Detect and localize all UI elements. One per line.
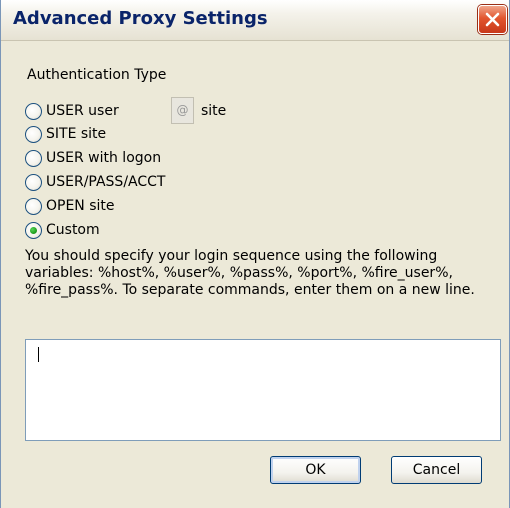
custom-instructions-text: You should specify your login sequence u… [25, 248, 475, 298]
login-sequence-textarea[interactable] [25, 339, 501, 441]
close-icon [485, 12, 500, 27]
site-suffix-label: site [201, 103, 227, 119]
radio-button[interactable] [25, 126, 42, 143]
radio-button[interactable] [25, 103, 42, 120]
radio-label: USER/PASS/ACCT [46, 174, 166, 190]
radio-button-selected[interactable] [25, 222, 42, 239]
authentication-type-label: Authentication Type [27, 67, 167, 83]
text-caret [38, 347, 39, 362]
radio-label: OPEN site [46, 198, 115, 214]
radio-label: USER user [46, 103, 119, 119]
close-button[interactable] [478, 5, 507, 34]
radio-button[interactable] [25, 198, 42, 215]
radio-label: USER with logon [46, 150, 162, 166]
radio-button[interactable] [25, 174, 42, 191]
radio-label: SITE site [46, 126, 107, 142]
advanced-proxy-settings-dialog: Advanced Proxy Settings Authentication T… [0, 0, 510, 508]
cancel-button[interactable]: Cancel [391, 456, 482, 484]
title-bar[interactable]: Advanced Proxy Settings [1, 0, 509, 41]
radio-button[interactable] [25, 150, 42, 167]
ok-button[interactable]: OK [270, 456, 361, 484]
window-title: Advanced Proxy Settings [13, 8, 268, 29]
dialog-content: Authentication Type USER user @ site SIT… [1, 41, 509, 508]
radio-selected-dot [30, 227, 37, 234]
radio-label: Custom [46, 222, 100, 238]
at-symbol-box: @ [171, 97, 194, 124]
